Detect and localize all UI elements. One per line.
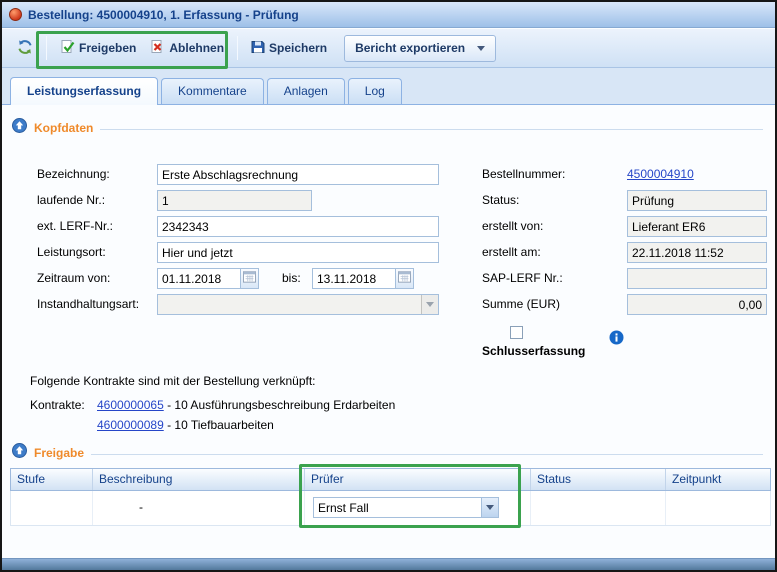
cell-stufe — [11, 491, 93, 525]
window-footer — [2, 558, 775, 570]
grid-header-row: Stufe Beschreibung Prüfer Status Zeitpun… — [10, 468, 771, 491]
cell-pruefer: Ernst Fall — [305, 491, 531, 525]
bericht-exportieren-button[interactable]: Bericht exportieren — [344, 35, 496, 62]
ablehnen-label: Ablehnen — [169, 41, 224, 55]
tab-label: Anlagen — [284, 84, 328, 98]
kontrakte-intro: Folgende Kontrakte sind mit der Bestellu… — [30, 374, 316, 388]
tab-label: Leistungserfassung — [27, 84, 141, 98]
laufende-nr-input[interactable] — [157, 190, 312, 211]
bis-calendar-button[interactable] — [396, 268, 414, 289]
kontrakt-description: - 10 Tiefbauarbeiten — [164, 418, 274, 432]
section-divider — [100, 129, 763, 130]
cell-beschreibung: - — [93, 491, 305, 525]
sap-lerf-nr-input[interactable] — [627, 268, 767, 289]
column-header-beschreibung[interactable]: Beschreibung — [93, 469, 305, 490]
instandhaltungsart-select[interactable] — [157, 294, 439, 315]
app-icon — [9, 8, 22, 21]
bestellnummer-label: Bestellnummer: — [482, 167, 565, 181]
chevron-down-icon — [477, 46, 485, 51]
bestellnummer-link[interactable]: 4500004910 — [627, 167, 694, 181]
calendar-icon — [398, 270, 411, 288]
zeitraum-von-label: Zeitraum von: — [37, 271, 110, 285]
calendar-icon — [243, 270, 256, 288]
section-title-kopfdaten: Kopfdaten — [34, 121, 93, 135]
bis-input[interactable] — [312, 268, 396, 289]
freigeben-button[interactable]: Freigeben — [53, 35, 143, 62]
summe-input[interactable] — [627, 294, 767, 315]
freigabe-section-header: Freigabe — [12, 443, 763, 463]
bezeichnung-input[interactable] — [157, 164, 439, 185]
kopfdaten-section-header: Kopfdaten — [12, 118, 763, 138]
zeitraum-von-calendar-button[interactable] — [241, 268, 259, 289]
ext-lerf-nr-label: ext. LERF-Nr.: — [37, 219, 113, 233]
freigabe-grid: Stufe Beschreibung Prüfer Status Zeitpun… — [10, 468, 771, 526]
tab-leistungserfassung[interactable]: Leistungserfassung — [10, 77, 158, 105]
reject-x-icon — [150, 39, 165, 57]
erstellt-am-label: erstellt am: — [482, 245, 541, 259]
toolbar-separator — [46, 36, 47, 60]
summe-label: Summe (EUR) — [482, 297, 560, 311]
save-disk-icon — [251, 40, 265, 57]
chevron-down-icon[interactable] — [421, 295, 438, 314]
erstellt-von-input[interactable] — [627, 216, 767, 237]
erstellt-von-label: erstellt von: — [482, 219, 543, 233]
section-divider — [91, 454, 763, 455]
column-header-status[interactable]: Status — [531, 469, 666, 490]
pruefer-select[interactable]: Ernst Fall — [313, 497, 499, 518]
column-header-stufe[interactable]: Stufe — [11, 469, 93, 490]
status-input[interactable] — [627, 190, 767, 211]
speichern-label: Speichern — [269, 41, 327, 55]
kontrakt-line: 4600000065 - 10 Ausführungsbeschreibung … — [97, 398, 395, 412]
tab-label: Log — [365, 84, 385, 98]
erstellt-am-input[interactable] — [627, 242, 767, 263]
leistungsort-input[interactable] — [157, 242, 439, 263]
kontrakt-link[interactable]: 4600000065 — [97, 398, 164, 412]
toolbar-separator — [237, 36, 238, 60]
leistungsort-label: Leistungsort: — [37, 245, 106, 259]
tabstrip: Leistungserfassung Kommentare Anlagen Lo… — [2, 68, 775, 105]
instandhaltungsart-label: Instandhaltungsart: — [37, 297, 139, 311]
bericht-exportieren-label: Bericht exportieren — [355, 41, 465, 55]
schlusserfassung-label: Schlusserfassung — [482, 344, 585, 358]
application-window: Bestellung: 4500004910, 1. Erfassung - P… — [0, 0, 777, 572]
ext-lerf-nr-input[interactable] — [157, 216, 439, 237]
refresh-icon — [17, 39, 33, 58]
collapse-up-icon[interactable] — [12, 443, 27, 463]
speichern-button[interactable]: Speichern — [244, 35, 334, 62]
kontrakt-line: 4600000089 - 10 Tiefbauarbeiten — [97, 418, 274, 432]
collapse-up-icon[interactable] — [12, 118, 27, 138]
approve-check-icon — [60, 39, 75, 57]
sap-lerf-nr-label: SAP-LERF Nr.: — [482, 271, 563, 285]
tab-kommentare[interactable]: Kommentare — [161, 78, 264, 104]
bis-label: bis: — [282, 271, 301, 285]
freigeben-label: Freigeben — [79, 41, 136, 55]
section-title-freigabe: Freigabe — [34, 446, 84, 460]
tab-anlagen[interactable]: Anlagen — [267, 78, 345, 104]
column-header-zeitpunkt[interactable]: Zeitpunkt — [666, 469, 770, 490]
titlebar: Bestellung: 4500004910, 1. Erfassung - P… — [2, 2, 775, 28]
zeitraum-von-input[interactable] — [157, 268, 241, 289]
cell-zeitpunkt — [666, 491, 770, 525]
tab-label: Kommentare — [178, 84, 247, 98]
laufende-nr-label: laufende Nr.: — [37, 193, 105, 207]
toolbar: Freigeben Ablehnen Speichern — [2, 29, 775, 68]
kontrakt-link[interactable]: 4600000089 — [97, 418, 164, 432]
refresh-button[interactable] — [10, 35, 40, 62]
table-row: - Ernst Fall — [10, 491, 771, 526]
kontrakt-description: - 10 Ausführungsbeschreibung Erdarbeiten — [164, 398, 396, 412]
chevron-down-icon[interactable] — [481, 498, 498, 517]
kontrakte-label: Kontrakte: — [30, 398, 85, 412]
window-title: Bestellung: 4500004910, 1. Erfassung - P… — [28, 8, 299, 22]
tab-log[interactable]: Log — [348, 78, 402, 104]
ablehnen-button[interactable]: Ablehnen — [143, 35, 231, 62]
status-label: Status: — [482, 193, 519, 207]
schlusserfassung-checkbox[interactable] — [510, 326, 523, 339]
pruefer-value: Ernst Fall — [314, 501, 481, 515]
info-icon[interactable] — [609, 330, 624, 350]
cell-status — [531, 491, 666, 525]
bezeichnung-label: Bezeichnung: — [37, 167, 110, 181]
column-header-pruefer[interactable]: Prüfer — [305, 469, 531, 490]
